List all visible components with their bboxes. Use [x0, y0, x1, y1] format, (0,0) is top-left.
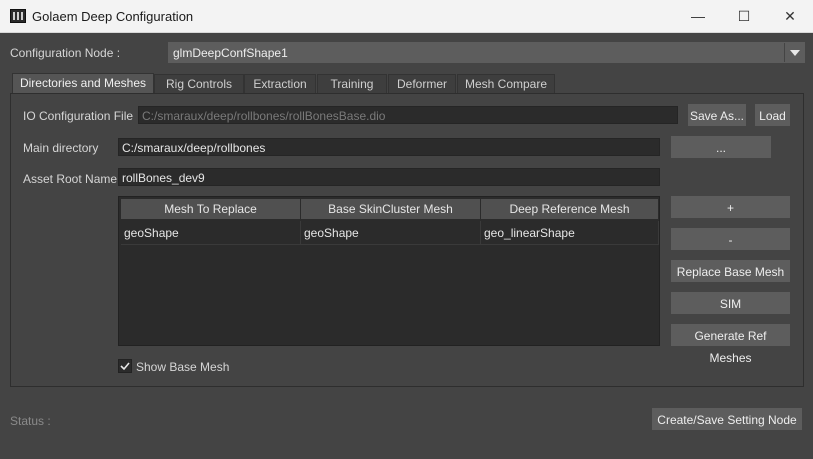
add-mesh-button[interactable]: + — [671, 196, 790, 218]
create-save-setting-node-button[interactable]: Create/Save Setting Node — [652, 408, 802, 430]
tab-directories-and-meshes[interactable]: Directories and Meshes — [12, 73, 154, 94]
column-header[interactable]: Base SkinCluster Mesh — [301, 199, 481, 219]
minimize-button[interactable]: — — [675, 0, 721, 32]
table-cell[interactable]: geoShape — [121, 221, 301, 245]
app-icon — [10, 9, 26, 23]
mesh-table: Mesh To Replace Base SkinCluster Mesh De… — [118, 196, 660, 346]
table-cell[interactable]: geoShape — [301, 221, 481, 245]
io-config-label: IO Configuration File — [23, 109, 134, 123]
show-base-mesh-label: Show Base Mesh — [136, 360, 230, 374]
config-node-value: glmDeepConfShape1 — [173, 46, 288, 60]
io-config-field[interactable]: C:/smaraux/deep/rollbones/rollBonesBase.… — [138, 106, 678, 124]
main-directory-field[interactable]: C:/smaraux/deep/rollbones — [118, 138, 660, 156]
browse-button[interactable]: ... — [671, 136, 771, 158]
tab-extraction[interactable]: Extraction — [244, 74, 316, 93]
asset-root-label: Asset Root Name — [23, 172, 118, 186]
replace-base-mesh-button[interactable]: Replace Base Mesh — [671, 260, 790, 282]
remove-mesh-button[interactable]: - — [671, 228, 790, 250]
title-bar: Golaem Deep Configuration — ☐ ✕ — [0, 0, 813, 33]
config-node-dropdown[interactable]: glmDeepConfShape1 — [168, 42, 805, 63]
show-base-mesh-checkbox[interactable] — [118, 359, 132, 373]
main-directory-label: Main directory — [23, 141, 99, 155]
sim-button[interactable]: SIM — [671, 292, 790, 314]
asset-root-field[interactable]: rollBones_dev9 — [118, 168, 660, 186]
load-button[interactable]: Load — [755, 104, 790, 126]
column-header[interactable]: Mesh To Replace — [121, 199, 301, 219]
close-button[interactable]: ✕ — [767, 0, 813, 32]
window-title: Golaem Deep Configuration — [32, 9, 194, 24]
status-label: Status : — [10, 414, 51, 428]
chevron-down-icon[interactable] — [784, 43, 804, 62]
table-cell[interactable]: geo_linearShape — [481, 221, 659, 245]
tab-mesh-compare[interactable]: Mesh Compare — [457, 74, 555, 93]
checkmark-icon — [120, 362, 130, 371]
save-as-button[interactable]: Save As... — [688, 104, 746, 126]
generate-ref-meshes-button[interactable]: Generate Ref Meshes — [671, 324, 790, 365]
column-header[interactable]: Deep Reference Mesh — [481, 199, 659, 219]
config-node-label: Configuration Node : — [10, 46, 121, 60]
tab-rig-controls[interactable]: Rig Controls — [154, 74, 244, 93]
tab-deformer[interactable]: Deformer — [388, 74, 456, 93]
maximize-button[interactable]: ☐ — [721, 0, 767, 32]
tab-training[interactable]: Training — [317, 74, 387, 93]
